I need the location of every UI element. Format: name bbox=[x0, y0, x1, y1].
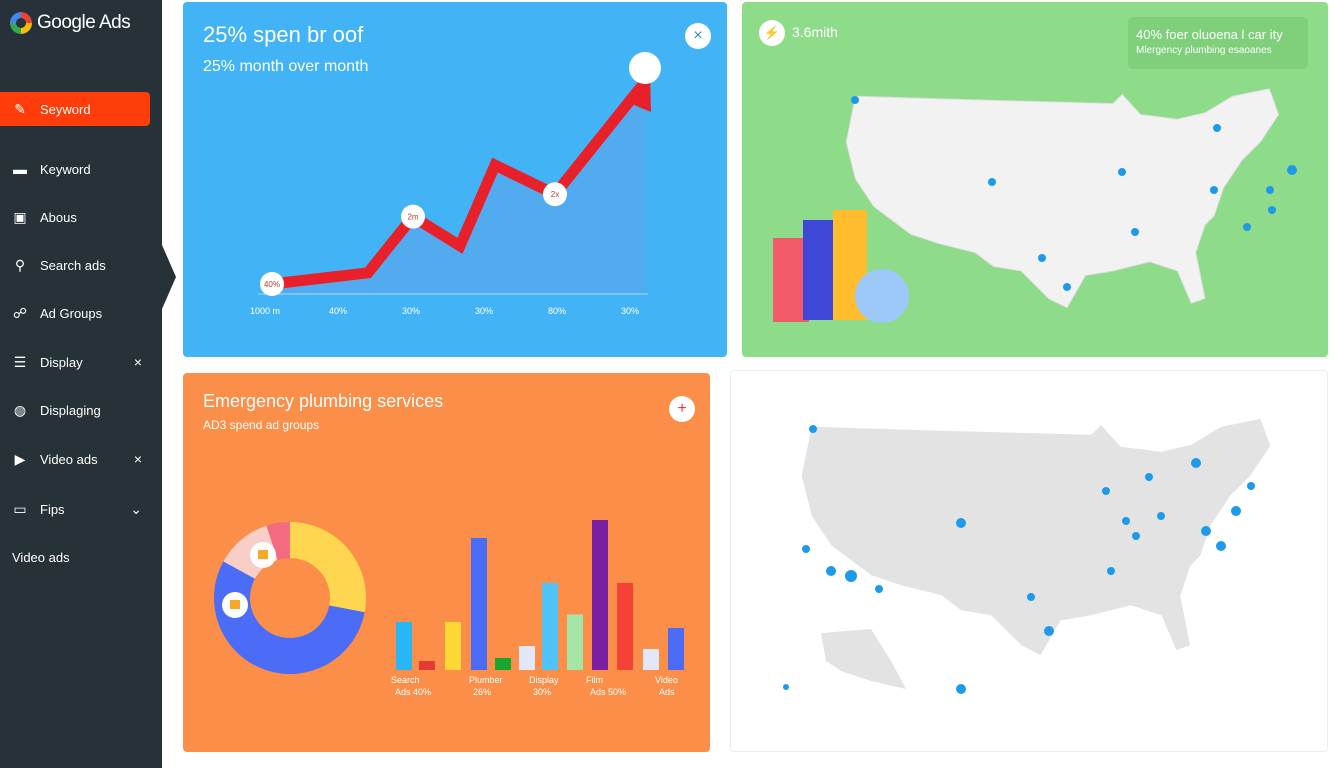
point-label: 2m bbox=[407, 213, 418, 222]
bar-category-label: Plumber 26% bbox=[469, 675, 503, 697]
sidebar-pointer bbox=[162, 245, 176, 309]
sidebar-item-label: Displaging bbox=[40, 402, 101, 418]
globe-icon: ◍ bbox=[13, 401, 27, 418]
sidebar-item-0[interactable]: ✎ Seyword bbox=[0, 92, 150, 126]
sidebar-item-5[interactable]: ☰ Display × bbox=[0, 345, 150, 379]
monitor-icon: ▬ bbox=[13, 161, 27, 177]
image-icon: ▣ bbox=[13, 208, 27, 225]
x-tick-label: 40% bbox=[329, 306, 347, 316]
data-point-marker[interactable] bbox=[629, 52, 661, 84]
bar[interactable] bbox=[445, 622, 461, 670]
group-icon: ☍ bbox=[12, 304, 28, 321]
bar[interactable] bbox=[592, 520, 608, 670]
bar[interactable] bbox=[643, 649, 659, 670]
line-chart: 40% 2m 2x 1000 m 40% 30% 30% 80% 30% bbox=[250, 52, 661, 316]
sidebar-item-4[interactable]: ☍ Ad Groups bbox=[0, 296, 150, 330]
sidebar-item-2[interactable]: ▣ Abous bbox=[0, 200, 150, 234]
locations-map-card bbox=[730, 370, 1328, 752]
alaska-shape bbox=[821, 629, 906, 689]
bar[interactable] bbox=[668, 628, 684, 670]
sidebar-item-3[interactable]: ⚲ Search ads bbox=[0, 248, 150, 282]
sidebar-item-1[interactable]: ▬ Keyword bbox=[0, 152, 150, 186]
close-icon[interactable]: × bbox=[134, 451, 142, 467]
x-tick-label: 30% bbox=[402, 306, 420, 316]
bar-category-label: Film Ads 50% bbox=[586, 675, 626, 697]
us-map bbox=[783, 417, 1272, 694]
sidebar-item-9[interactable]: Video ads bbox=[0, 540, 150, 574]
sidebar-item-label: Video ads bbox=[40, 451, 98, 467]
video-icon: ▶ bbox=[14, 450, 26, 467]
thumbs-up-icon bbox=[230, 600, 240, 609]
sidebar-item-label: Fips bbox=[40, 501, 65, 517]
sidebar-item-label: Keyword bbox=[40, 161, 91, 177]
sidebar-item-label: Search ads bbox=[40, 257, 106, 273]
x-tick-label: 80% bbox=[548, 306, 566, 316]
close-icon[interactable]: × bbox=[134, 354, 142, 370]
bar[interactable] bbox=[419, 661, 435, 670]
map-card: ⚡ 3.6mith 40% foer oluoena l car ity Mle… bbox=[742, 2, 1328, 357]
bar-category-label: Search Ads 40% bbox=[391, 675, 431, 697]
thumbs-up-icon bbox=[258, 550, 268, 559]
pin-icon: ✎ bbox=[14, 100, 26, 117]
x-tick-label: 1000 m bbox=[250, 306, 280, 316]
donut-slice[interactable] bbox=[290, 522, 366, 613]
x-tick-label: 30% bbox=[475, 306, 493, 316]
sidebar-item-7[interactable]: ▶ Video ads × bbox=[0, 442, 150, 476]
sidebar-item-label: Video ads bbox=[12, 549, 70, 565]
area-fill bbox=[272, 82, 645, 294]
donut-chart: Search Ads 40% Plumber 26% Display 30% Film Ads… bbox=[214, 520, 684, 697]
us-map bbox=[773, 88, 1297, 323]
sidebar-item-label: Display bbox=[40, 354, 83, 370]
bar[interactable] bbox=[471, 538, 487, 670]
chat-icon: ▭ bbox=[13, 500, 27, 517]
bar-category-label: Display 30% bbox=[529, 675, 559, 697]
bar[interactable] bbox=[567, 614, 583, 671]
bar[interactable] bbox=[495, 658, 511, 670]
sidebar-item-label: Seyword bbox=[40, 101, 91, 117]
bar[interactable] bbox=[519, 646, 535, 670]
search-icon: ⚲ bbox=[14, 256, 26, 273]
layout-icon: ☰ bbox=[13, 353, 27, 370]
bar[interactable] bbox=[617, 583, 633, 670]
sidebar-item-label: Abous bbox=[40, 209, 77, 225]
point-label: 40% bbox=[264, 280, 280, 289]
spend-trend-card: 25% spen br oof 25% month over month × 4… bbox=[183, 2, 727, 357]
services-card: Emergency plumbing services AD3 spend ad… bbox=[183, 373, 710, 752]
bar[interactable] bbox=[396, 622, 412, 670]
sidebar-item-6[interactable]: ◍ Displaging bbox=[0, 393, 150, 427]
chevron-down-icon[interactable]: ⌄ bbox=[130, 501, 142, 518]
sidebar: Google Ads ✎ Seyword ▬ Keyword ▣ Abous ⚲ Search… bbox=[0, 0, 162, 768]
bar-category-label: Video Ads bbox=[655, 675, 678, 697]
3d-bar-graphic-icon bbox=[773, 210, 909, 323]
point-label: 2x bbox=[551, 190, 559, 199]
x-tick-label: 30% bbox=[621, 306, 639, 316]
google-ads-logo[interactable]: Google Ads bbox=[10, 12, 131, 34]
sidebar-item-8[interactable]: ▭ Fips ⌄ bbox=[0, 492, 150, 526]
sidebar-item-label: Ad Groups bbox=[40, 305, 103, 321]
google-logo-icon bbox=[10, 12, 32, 34]
bar[interactable] bbox=[542, 583, 558, 670]
